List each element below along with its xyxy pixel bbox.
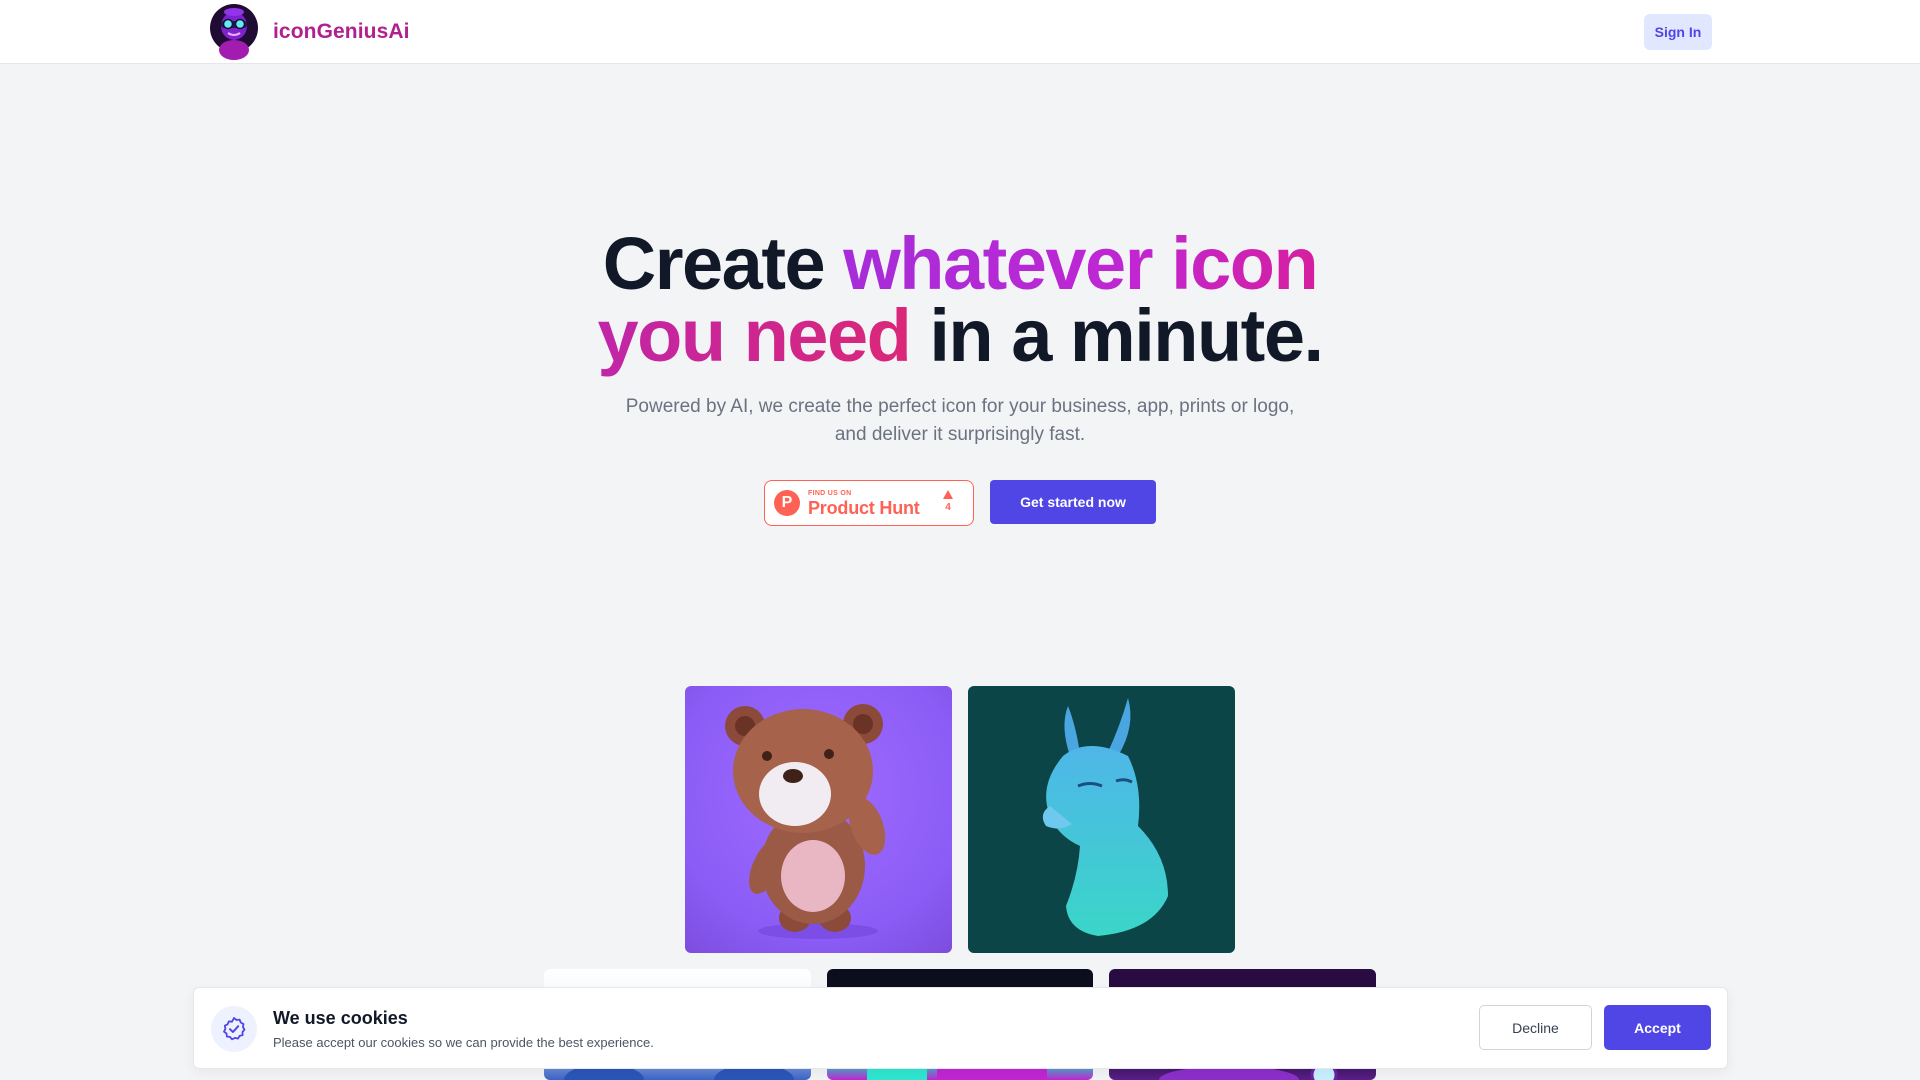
gallery-tile-llama	[968, 686, 1235, 953]
brand-logo-icon	[209, 4, 259, 60]
llama-icon	[1042, 698, 1168, 936]
logo-link[interactable]: iconGeniusAi	[209, 4, 410, 60]
site-header: iconGeniusAi Sign In	[0, 0, 1920, 64]
product-hunt-logo-letter: P	[781, 494, 793, 511]
upvote-arrow-icon	[943, 490, 953, 499]
hero-title-highlight2: you need	[597, 294, 911, 377]
cookie-icon-container	[211, 1006, 257, 1052]
product-hunt-small-label: FIND US ON	[808, 489, 852, 497]
product-hunt-text: FIND US ON Product Hunt	[808, 489, 920, 518]
sign-in-button[interactable]: Sign In	[1644, 14, 1712, 50]
gallery-tile-bear	[685, 686, 952, 953]
cookie-title: We use cookies	[273, 1008, 408, 1028]
hero-title-part4: in a minute.	[910, 294, 1324, 377]
cookie-text: Please accept our cookies so we can prov…	[273, 1035, 654, 1050]
hero-title-part1: Create	[602, 222, 844, 305]
badge-check-icon	[223, 1017, 246, 1041]
decline-cookies-button[interactable]: Decline	[1479, 1005, 1592, 1050]
product-hunt-badge[interactable]: P FIND US ON Product Hunt 4	[764, 480, 974, 526]
hero-subtitle-line2: and deliver it surprisingly fast.	[834, 424, 1086, 445]
product-hunt-votes: 4	[941, 490, 955, 513]
product-hunt-logo-icon: P	[774, 490, 800, 516]
hero-title-highlight1: whatever icon	[843, 222, 1319, 305]
upvote-count: 4	[945, 502, 951, 513]
cookie-banner: We use cookies Please accept our cookies…	[193, 987, 1728, 1069]
hero-title: Create whatever icon you need in a minut…	[0, 227, 1920, 373]
accept-cookies-button[interactable]: Accept	[1604, 1005, 1711, 1050]
get-started-button[interactable]: Get started now	[990, 480, 1156, 524]
bear-icon	[725, 704, 886, 939]
product-hunt-name: Product Hunt	[808, 497, 920, 518]
hero-subtitle-line1: Powered by AI, we create the perfect ico…	[625, 396, 1295, 417]
hero-subtitle: Powered by AI, we create the perfect ico…	[0, 393, 1920, 449]
brand-name: iconGeniusAi	[273, 20, 410, 43]
